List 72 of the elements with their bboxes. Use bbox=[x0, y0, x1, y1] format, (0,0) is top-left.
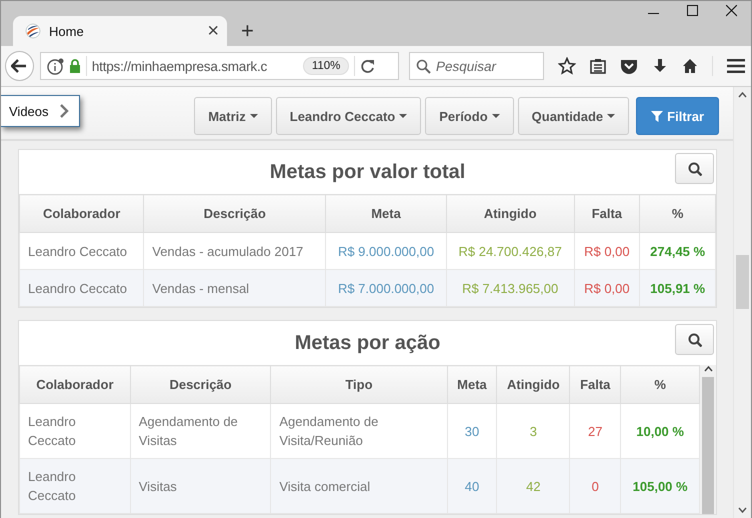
scroll-up-icon bbox=[738, 91, 747, 99]
table-cell: R$ 7.413.965,00 bbox=[446, 270, 574, 306]
search-button[interactable] bbox=[675, 324, 714, 355]
close-icon[interactable] bbox=[726, 5, 737, 17]
table-cell: 105,00 % bbox=[620, 458, 700, 514]
column-header: Atingido bbox=[496, 366, 570, 404]
column-header: Colaborador bbox=[20, 194, 144, 232]
table-cell: R$ 7.000.000,00 bbox=[326, 270, 446, 306]
scroll-down-icon bbox=[738, 506, 747, 514]
column-header: % bbox=[640, 194, 716, 232]
back-button[interactable] bbox=[5, 51, 34, 81]
caret-icon bbox=[399, 114, 408, 118]
funnel-icon bbox=[651, 110, 664, 122]
caret-icon bbox=[607, 114, 616, 118]
column-header: Meta bbox=[447, 366, 497, 404]
search-icon bbox=[688, 332, 702, 346]
scroll-up-icon bbox=[704, 365, 713, 373]
column-header: % bbox=[620, 366, 700, 404]
column-header: Tipo bbox=[270, 366, 448, 404]
dropdown-button[interactable]: Leandro Ceccato bbox=[276, 97, 422, 135]
zoom-level-button[interactable]: 110% bbox=[302, 57, 350, 75]
lock-icon bbox=[68, 58, 81, 74]
reading-list-icon[interactable] bbox=[590, 58, 606, 74]
search-button[interactable] bbox=[675, 153, 714, 184]
table-cell: Leandro Ceccato bbox=[20, 270, 144, 306]
panel-title: Metas por ação bbox=[294, 332, 440, 354]
column-header: Colaborador bbox=[20, 366, 130, 404]
column-header: Descrição bbox=[144, 194, 326, 232]
column-header: Meta bbox=[326, 194, 446, 232]
info-icon bbox=[46, 58, 64, 74]
column-header: Falta bbox=[574, 194, 640, 232]
download-icon[interactable] bbox=[652, 58, 668, 74]
dropdown-button[interactable]: Quantidade bbox=[518, 97, 630, 135]
table-cell: R$ 0,00 bbox=[574, 270, 640, 306]
dropdown-button[interactable]: Período bbox=[425, 97, 514, 135]
videos-button[interactable]: Videos bbox=[1, 95, 80, 127]
table-cell: 42 bbox=[496, 458, 570, 514]
search-field[interactable]: Pesquisar bbox=[409, 52, 544, 80]
star-icon[interactable] bbox=[558, 57, 576, 75]
search-icon bbox=[688, 162, 702, 176]
new-tab-button[interactable]: + bbox=[241, 20, 254, 42]
table-cell: Visita comercial bbox=[270, 458, 448, 514]
page-scrollbar[interactable] bbox=[733, 87, 751, 518]
reload-icon[interactable] bbox=[360, 58, 376, 74]
pocket-icon[interactable] bbox=[620, 58, 638, 74]
column-header: Descrição bbox=[130, 366, 271, 404]
chevron-right-icon bbox=[58, 104, 69, 118]
search-icon bbox=[416, 59, 431, 74]
panel-title: Metas por valor total bbox=[270, 160, 466, 184]
site-logo-icon bbox=[25, 23, 41, 39]
scrollbar-thumb[interactable] bbox=[736, 255, 749, 309]
column-header: Falta bbox=[570, 366, 621, 404]
home-icon[interactable] bbox=[682, 58, 698, 74]
address-bar[interactable]: https://minhaempresa.smark.c 110% bbox=[40, 52, 399, 80]
maximize-icon[interactable] bbox=[687, 5, 698, 17]
browser-tab[interactable]: Home × bbox=[13, 16, 227, 46]
table-cell: Leandro Ceccato bbox=[20, 458, 130, 514]
menu-icon[interactable] bbox=[727, 57, 745, 75]
dropdown-button[interactable]: Matriz bbox=[194, 97, 272, 135]
table-cell: 40 bbox=[447, 458, 497, 514]
table-cell: Visitas bbox=[130, 458, 271, 514]
close-tab-button[interactable]: × bbox=[207, 21, 219, 41]
table-cell: Vendas - mensal bbox=[144, 270, 326, 306]
url-text: https://minhaempresa.smark.c bbox=[92, 58, 268, 74]
column-header: Atingido bbox=[446, 194, 574, 232]
table-cell: 105,91 % bbox=[640, 270, 716, 306]
caret-icon bbox=[492, 114, 500, 118]
filter-button[interactable]: Filtrar bbox=[636, 97, 719, 135]
caret-icon bbox=[250, 114, 258, 118]
scrollbar[interactable] bbox=[700, 365, 716, 514]
table-cell: 0 bbox=[570, 458, 621, 514]
back-arrow-icon bbox=[11, 58, 28, 74]
